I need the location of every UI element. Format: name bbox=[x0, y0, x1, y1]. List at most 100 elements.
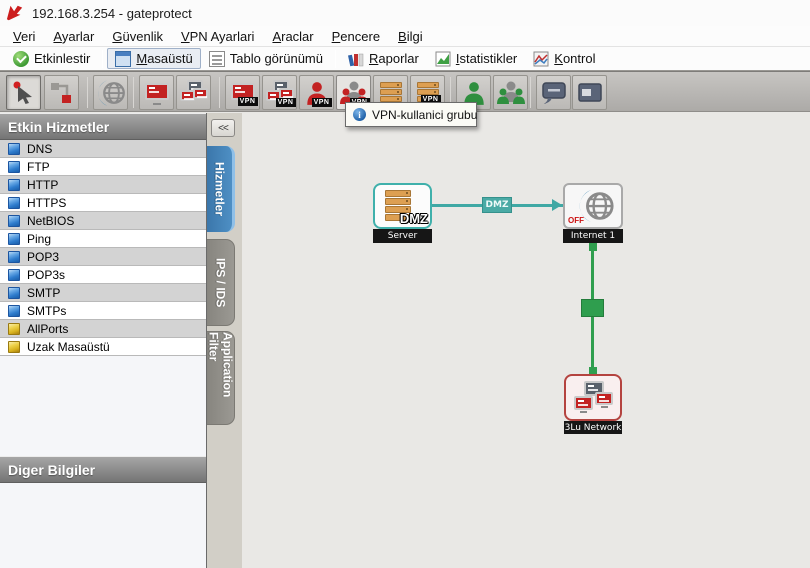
computer-icon bbox=[144, 81, 170, 105]
titlebar: 192.168.3.254 - gateprotect bbox=[0, 0, 810, 26]
server-icon bbox=[380, 82, 402, 103]
sidebar-tabstrip: << Hizmetler IPS / IDS Application Filte… bbox=[207, 113, 242, 568]
user-group-icon bbox=[497, 80, 525, 106]
menu-veri[interactable]: Veri bbox=[4, 27, 44, 46]
service-label: POP3 bbox=[27, 250, 59, 264]
service-row-dns[interactable]: DNS bbox=[0, 140, 206, 158]
node-server-label: Server bbox=[373, 229, 432, 243]
service-row-uzak-masaustu[interactable]: Uzak Masaüstü bbox=[0, 338, 206, 356]
vpn-computer-button[interactable]: VPN bbox=[225, 75, 260, 110]
connector-icon bbox=[49, 80, 75, 106]
vpn-user-group-tooltip: i VPN-kullanici grubu bbox=[345, 102, 477, 127]
server-zone-overlay: DMZ bbox=[400, 211, 428, 226]
statistics-label: Istatistikler bbox=[456, 51, 517, 66]
network-icon bbox=[180, 80, 208, 106]
services-panel-header: Etkin Hizmetler bbox=[0, 113, 206, 140]
table-view-icon bbox=[209, 51, 225, 67]
reports-label: Raporlar bbox=[369, 51, 419, 66]
service-cube-icon bbox=[8, 143, 20, 155]
desktop-view-button[interactable]: Masaüstü bbox=[107, 48, 200, 69]
statistics-icon bbox=[435, 51, 451, 67]
select-arrow-button[interactable] bbox=[6, 75, 41, 110]
services-list: DNS FTP HTTP HTTPS NetBIOS Ping POP3 POP… bbox=[0, 140, 206, 356]
service-label: NetBIOS bbox=[27, 214, 74, 228]
window-icon bbox=[577, 81, 603, 105]
statistics-button[interactable]: Istatistikler bbox=[427, 48, 525, 69]
internet-globe-icon bbox=[96, 78, 126, 108]
tab-hizmetler[interactable]: Hizmetler bbox=[207, 146, 235, 232]
node-3lu-network[interactable] bbox=[564, 374, 622, 421]
vpn-user-button[interactable]: VPN bbox=[299, 75, 334, 110]
service-cube-icon bbox=[8, 197, 20, 209]
control-button[interactable]: Kontrol bbox=[525, 48, 603, 69]
menu-guvenlik[interactable]: Güvenlik bbox=[103, 27, 172, 46]
service-cube-icon bbox=[8, 161, 20, 173]
service-row-allports[interactable]: AllPorts bbox=[0, 320, 206, 338]
iconbar-separator bbox=[133, 77, 134, 108]
connector-tool-button[interactable] bbox=[44, 75, 79, 110]
service-row-http[interactable]: HTTP bbox=[0, 176, 206, 194]
network-object-button[interactable] bbox=[176, 75, 211, 110]
service-cube-icon bbox=[8, 251, 20, 263]
activate-icon bbox=[13, 51, 29, 67]
table-view-button[interactable]: Tablo görünümü bbox=[201, 48, 331, 69]
node-internet1[interactable]: OFF bbox=[563, 183, 623, 229]
gateprotect-logo-icon bbox=[6, 4, 24, 22]
service-cube-icon bbox=[8, 269, 20, 281]
monitoring-button[interactable] bbox=[536, 75, 571, 110]
toolbar-separator bbox=[102, 50, 103, 68]
service-cube-icon bbox=[8, 215, 20, 227]
service-row-https[interactable]: HTTPS bbox=[0, 194, 206, 212]
window-view-button[interactable] bbox=[572, 75, 607, 110]
activate-button[interactable]: Etkinlestir bbox=[5, 48, 98, 69]
service-cube-icon bbox=[8, 287, 20, 299]
service-row-ping[interactable]: Ping bbox=[0, 230, 206, 248]
service-row-pop3[interactable]: POP3 bbox=[0, 248, 206, 266]
service-label: SMTP bbox=[27, 286, 60, 300]
service-label: HTTPS bbox=[27, 196, 66, 210]
tab-application-filter[interactable]: Application Filter bbox=[207, 331, 235, 425]
tab-ips-ids[interactable]: IPS / IDS bbox=[207, 239, 235, 326]
node-server[interactable]: DMZ bbox=[373, 183, 432, 229]
user-group-object-button[interactable] bbox=[493, 75, 528, 110]
view-toolbar: Etkinlestir Masaüstü Tablo görünümü Rapo… bbox=[0, 47, 810, 71]
chat-monitor-icon bbox=[540, 80, 568, 106]
vpn-user-icon: VPN bbox=[304, 80, 330, 106]
service-label: Uzak Masaüstü bbox=[27, 340, 110, 354]
service-row-ftp[interactable]: FTP bbox=[0, 158, 206, 176]
toolbar-separator bbox=[335, 50, 336, 68]
sidebar: Etkin Hizmetler DNS FTP HTTP HTTPS NetBI… bbox=[0, 113, 207, 568]
vpn-computer-icon: VPN bbox=[230, 81, 256, 105]
menu-vpn-ayarlari[interactable]: VPN Ayarlari bbox=[172, 27, 263, 46]
window-title: 192.168.3.254 - gateprotect bbox=[32, 6, 192, 21]
service-row-smtp[interactable]: SMTP bbox=[0, 284, 206, 302]
menubar: Veri Ayarlar Güvenlik VPN Ayarlari Aracl… bbox=[0, 26, 810, 47]
activate-label: Etkinlestir bbox=[34, 51, 90, 66]
connection-midpoint-handle[interactable] bbox=[581, 299, 604, 317]
connection-dmz-badge: DMZ bbox=[482, 197, 512, 213]
computer-object-button[interactable] bbox=[139, 75, 174, 110]
service-label: DNS bbox=[27, 142, 52, 156]
service-label: Ping bbox=[27, 232, 51, 246]
vpn-network-button[interactable]: VPN bbox=[262, 75, 297, 110]
service-label: HTTP bbox=[27, 178, 58, 192]
service-row-smtps[interactable]: SMTPs bbox=[0, 302, 206, 320]
desktop-view-icon bbox=[115, 51, 131, 67]
sidebar-collapse-button[interactable]: << bbox=[211, 119, 235, 137]
connection-node-dot bbox=[589, 243, 597, 251]
menu-araclar[interactable]: Araclar bbox=[263, 27, 322, 46]
service-row-netbios[interactable]: NetBIOS bbox=[0, 212, 206, 230]
menu-bilgi[interactable]: Bilgi bbox=[389, 27, 432, 46]
menu-ayarlar[interactable]: Ayarlar bbox=[44, 27, 103, 46]
connection-arrow bbox=[552, 199, 562, 211]
vpn-badge: VPN bbox=[312, 98, 332, 107]
reports-button[interactable]: Raporlar bbox=[340, 48, 427, 69]
service-label: FTP bbox=[27, 160, 50, 174]
iconbar-separator bbox=[530, 77, 531, 108]
table-view-label: Tablo görünümü bbox=[230, 51, 323, 66]
internet-object-button[interactable] bbox=[93, 75, 128, 110]
menu-pencere[interactable]: Pencere bbox=[323, 27, 389, 46]
network-canvas[interactable] bbox=[242, 113, 810, 568]
iconbar-separator bbox=[219, 77, 220, 108]
service-row-pop3s[interactable]: POP3s bbox=[0, 266, 206, 284]
